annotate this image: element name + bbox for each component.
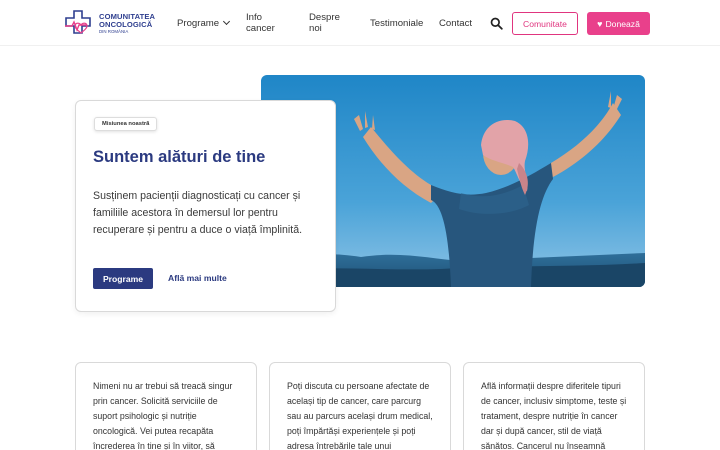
- card-text: Poți discuta cu persoane afectate de ace…: [287, 381, 433, 450]
- search-icon[interactable]: [490, 17, 503, 30]
- hero-card: Misiunea noastră Suntem alături de tine …: [75, 100, 336, 312]
- site-logo[interactable]: COMUNITATEA ONCOLOGICĂ DIN ROMÂNIA: [63, 9, 173, 39]
- nav-item-despre-noi[interactable]: Despre noi: [309, 12, 340, 34]
- programs-button[interactable]: Programe: [93, 268, 153, 289]
- logo-line-3: DIN ROMÂNIA: [99, 29, 129, 35]
- feature-card-community: Poți discuta cu persoane afectate de ace…: [269, 362, 451, 450]
- community-button[interactable]: Comunitate: [512, 12, 578, 35]
- nav-item-contact[interactable]: Contact: [439, 18, 472, 29]
- nav-item-info-cancer[interactable]: Info cancer: [246, 12, 275, 34]
- hero-description: Susținem pacienții diagnosticați cu canc…: [93, 190, 303, 236]
- nav-item-programe[interactable]: Programe: [177, 17, 231, 29]
- logo-cross-icon: [65, 10, 91, 34]
- feature-card-support: Nimeni nu ar trebui să treacă singur pri…: [75, 362, 257, 450]
- donate-label: Donează: [605, 18, 640, 29]
- nav-label: Programe: [177, 17, 220, 29]
- logo-line-2: ONCOLOGICĂ: [99, 19, 153, 29]
- card-text: Nimeni nu ar trebui să treacă singur pri…: [93, 381, 233, 450]
- donate-button[interactable]: ♥ Donează: [587, 12, 650, 35]
- mission-badge: Misiunea noastră: [94, 117, 158, 131]
- site-header: COMUNITATEA ONCOLOGICĂ DIN ROMÂNIA Progr…: [0, 0, 720, 46]
- learn-more-link[interactable]: Află mai multe: [168, 273, 227, 283]
- chevron-down-icon: [223, 17, 231, 26]
- heart-icon: ♥: [597, 18, 603, 29]
- hero-title: Suntem alături de tine: [93, 148, 266, 166]
- nav-item-testimoniale[interactable]: Testimoniale: [370, 18, 423, 29]
- card-text: Află informații despre diferitele tipuri…: [481, 381, 627, 450]
- feature-card-info: Află informații despre diferitele tipuri…: [463, 362, 645, 450]
